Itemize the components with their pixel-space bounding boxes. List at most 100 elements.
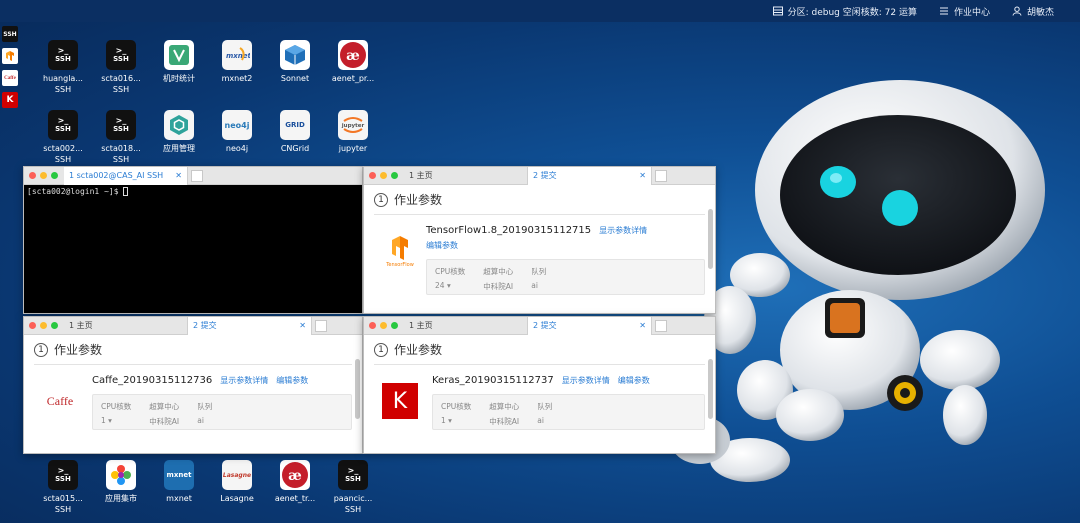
- desktop-icon-aenet-pr[interactable]: æ aenet_pr...: [323, 40, 383, 84]
- tab-terminal-ssh[interactable]: 1 scta002@CAS_AI SSH ✕: [64, 167, 188, 185]
- close-window-button[interactable]: [29, 322, 36, 329]
- scrollbar[interactable]: [355, 359, 360, 419]
- server-icon: [772, 6, 783, 16]
- desktop-icon-scta018-ssh[interactable]: >_ SSH scta018... SSH: [91, 110, 151, 165]
- maximize-window-button[interactable]: [391, 322, 398, 329]
- user-menu[interactable]: 胡敏杰: [1012, 5, 1054, 18]
- terminal-window[interactable]: 1 scta002@CAS_AI SSH ✕ [scta002@login1 ~…: [23, 166, 363, 314]
- aenet-icon: æ: [338, 40, 368, 70]
- window-titlebar[interactable]: 1 scta002@CAS_AI SSH ✕: [24, 167, 362, 185]
- new-tab-button[interactable]: [655, 319, 667, 332]
- job-name: Caffe_20190315112736: [92, 375, 213, 386]
- desktop-icon-app-market[interactable]: 应用集市: [91, 460, 151, 504]
- close-tab-icon[interactable]: ✕: [639, 171, 646, 180]
- desktop-icon-mxnet2[interactable]: mxnet mxnet2: [207, 40, 267, 84]
- chevron-down-icon: ▾: [448, 416, 452, 425]
- desktop-icon-scta016-ssh[interactable]: >_ SSH scta016... SSH: [91, 40, 151, 95]
- svg-text:æ: æ: [288, 468, 302, 484]
- grid-icon: GRID: [280, 110, 310, 140]
- robot-illustration: [670, 80, 1045, 482]
- tab-submit[interactable]: 2 提交 ✕: [528, 317, 652, 335]
- maximize-window-button[interactable]: [51, 172, 58, 179]
- window-titlebar[interactable]: 1 主页 2 提交 ✕: [364, 317, 715, 335]
- keras-logo-icon: K: [374, 381, 426, 421]
- scrollbar[interactable]: [708, 359, 713, 419]
- cube-icon: [280, 40, 310, 70]
- tab-submit[interactable]: 2 提交 ✕: [528, 167, 652, 185]
- maximize-window-button[interactable]: [51, 322, 58, 329]
- job-window-keras[interactable]: 1 主页 2 提交 ✕ 1 作业参数 K Keras_20190315112737 …: [363, 316, 716, 454]
- tab-submit[interactable]: 2 提交 ✕: [188, 317, 312, 335]
- desktop-icon-huangla-ssh[interactable]: >_ SSH huangla... SSH: [33, 40, 93, 95]
- desktop-icon-cngrid[interactable]: GRID CNGrid: [265, 110, 325, 154]
- cpu-select[interactable]: 1 ▾: [441, 416, 471, 425]
- show-params-link[interactable]: 显示参数详情: [220, 375, 268, 386]
- desktop-icon-mxnet[interactable]: mxnet mxnet: [149, 460, 209, 504]
- close-tab-icon[interactable]: ✕: [639, 321, 646, 330]
- minimize-window-button[interactable]: [380, 322, 387, 329]
- desktop-icon-scta002-ssh[interactable]: >_ SSH scta002... SSH: [33, 110, 93, 165]
- terminal-output[interactable]: [scta002@login1 ~]$: [24, 185, 362, 313]
- dock-tensorflow-icon[interactable]: [2, 48, 18, 64]
- close-tab-icon[interactable]: ✕: [175, 171, 182, 180]
- minimize-window-button[interactable]: [40, 172, 47, 179]
- desktop-icon-usage-stats[interactable]: 机时统计: [149, 40, 209, 84]
- close-window-button[interactable]: [29, 172, 36, 179]
- show-params-link[interactable]: 显示参数详情: [599, 225, 647, 236]
- window-controls: [364, 322, 404, 329]
- close-window-button[interactable]: [369, 322, 376, 329]
- terminal-icon: >_ SSH: [48, 40, 78, 70]
- partition-status[interactable]: 分区: debug 空闲核数: 72 运算: [772, 5, 917, 18]
- step-header: 1 作业参数: [374, 191, 705, 215]
- tab-home[interactable]: 1 主页: [404, 317, 528, 335]
- window-titlebar[interactable]: 1 主页 2 提交 ✕: [24, 317, 362, 335]
- terminal-prompt: [scta002@login1 ~]$: [27, 187, 124, 196]
- flower-icon: [106, 460, 136, 490]
- top-bar: 分区: debug 空闲核数: 72 运算 作业中心 胡敏杰: [0, 0, 1080, 22]
- new-tab-button[interactable]: [191, 169, 203, 182]
- chevron-down-icon: ▾: [108, 416, 112, 425]
- tab-home[interactable]: 1 主页: [404, 167, 528, 185]
- new-tab-button[interactable]: [315, 319, 327, 332]
- desktop-icon-aenet-tr[interactable]: æ aenet_tr...: [265, 460, 325, 504]
- terminal-cursor: [123, 187, 129, 196]
- job-window-caffe[interactable]: 1 主页 2 提交 ✕ 1 作业参数 Caffe Caffe_20190315112…: [23, 316, 363, 454]
- window-titlebar[interactable]: 1 主页 2 提交 ✕: [364, 167, 715, 185]
- tab-home[interactable]: 1 主页: [64, 317, 188, 335]
- minimize-window-button[interactable]: [380, 172, 387, 179]
- user-icon: [1012, 6, 1022, 16]
- edit-params-link[interactable]: 编辑参数: [618, 375, 650, 386]
- cpu-select[interactable]: 1 ▾: [101, 416, 131, 425]
- job-center-link[interactable]: 作业中心: [939, 5, 990, 18]
- partition-text: 分区: debug 空闲核数: 72 运算: [787, 7, 917, 18]
- desktop-icon-app-management[interactable]: 应用管理: [149, 110, 209, 154]
- terminal-icon: >_ SSH: [338, 460, 368, 490]
- svg-text:mxnet: mxnet: [226, 52, 250, 60]
- dock-caffe-icon[interactable]: Caffe: [2, 70, 18, 86]
- close-window-button[interactable]: [369, 172, 376, 179]
- params-panel: CPU核数 1 ▾ 超算中心 中科院AI 队列 ai: [92, 394, 352, 430]
- tensorflow-logo-icon: TensorFlow: [374, 231, 426, 271]
- close-tab-icon[interactable]: ✕: [299, 321, 306, 330]
- maximize-window-button[interactable]: [391, 172, 398, 179]
- desktop-icon-jupyter[interactable]: jupyter jupyter: [323, 110, 383, 154]
- cpu-select[interactable]: 24 ▾: [435, 281, 465, 290]
- desktop-icon-paancic-ssh[interactable]: >_ SSH paancic... SSH: [323, 460, 383, 515]
- new-tab-button[interactable]: [655, 169, 667, 182]
- minimize-window-button[interactable]: [40, 322, 47, 329]
- dock-ssh-icon[interactable]: SSH: [2, 26, 18, 42]
- desktop-icon-scta015-ssh[interactable]: >_ SSH scta015... SSH: [33, 460, 93, 515]
- chevron-down-icon: ▾: [446, 281, 451, 290]
- dock-keras-icon[interactable]: K: [2, 92, 18, 108]
- desktop-icon-neo4j[interactable]: neo4j neo4j: [207, 110, 267, 154]
- job-window-tensorflow[interactable]: 1 主页 2 提交 ✕ 1 作业参数 TensorFlow TensorFlow1.…: [363, 166, 716, 314]
- edit-params-link[interactable]: 编辑参数: [426, 240, 705, 251]
- show-params-link[interactable]: 显示参数详情: [562, 375, 610, 386]
- scrollbar[interactable]: [708, 209, 713, 269]
- desktop-icon-lasagne[interactable]: Lasagne Lasagne: [207, 460, 267, 504]
- edit-params-link[interactable]: 编辑参数: [276, 375, 308, 386]
- terminal-icon: >_ SSH: [106, 40, 136, 70]
- window-controls: [364, 172, 404, 179]
- svg-text:TensorFlow: TensorFlow: [385, 262, 414, 268]
- desktop-icon-sonnet[interactable]: Sonnet: [265, 40, 325, 84]
